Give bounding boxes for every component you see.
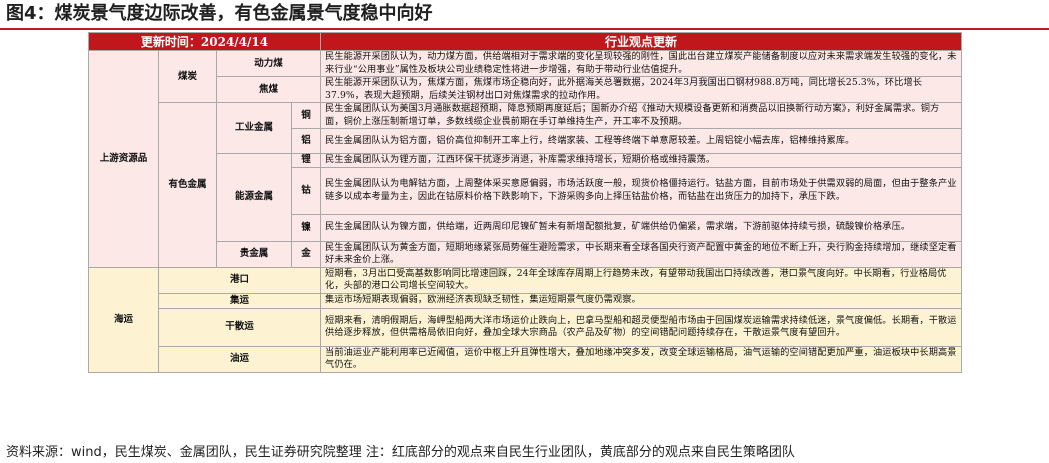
coking-coal-view: 民生能源开采团队认为，焦煤方面，焦煤市场企稳向好，此外据海关总署数据，2024年…: [320, 76, 963, 103]
precious-metals-label: 贵金属: [216, 240, 292, 268]
thermal-coal-view: 民生能源开采团队认为，动力煤方面，供给端相对于需求端的变化呈现较强的刚性，国此出…: [320, 50, 963, 77]
dry-bulk-view: 短期来看，清明假期后，海岬型船两大洋市场运价止跌向上，巴拿马型船和超灵便型船市场…: [320, 307, 963, 347]
tanker-label: 油运: [157, 345, 322, 373]
view-header: 行业观点更新: [320, 32, 963, 51]
gold-view: 民生金属团队认为黄金方面，短期地缘紧张局势催生避险需求，中长期来看全球各国央行资…: [320, 240, 963, 268]
copper-label: 铜: [290, 102, 322, 129]
container-view: 集运市场短期表现偏弱，欧洲经济表现缺乏韧性，集运短期景气度仍需观察。: [320, 292, 963, 309]
aluminum-view: 民生金属团队认为铝方面，铝价高位抑制开工率上行，终端家装、工程等终端下单意愿较差…: [320, 128, 963, 154]
nonferrous-category: 有色金属: [158, 102, 217, 268]
title-underline: [0, 28, 1049, 30]
aluminum-label: 铝: [290, 128, 322, 154]
cobalt-view: 民生金属团队认为电解钴方面，上周整体采买意愿偏弱，市场活跃度一般，现货价格僵持运…: [320, 166, 963, 215]
upstream-category: 上游资源品: [88, 50, 159, 268]
tanker-view: 当前油运业产能利用率已近阈值，运价中枢上升且弹性增大，叠加地缘冲突多发，改变全球…: [320, 345, 963, 373]
energy-metals-label: 能源金属: [216, 153, 292, 242]
figure-title: 图4：煤炭景气度边际改善，有色金属景气度稳中向好: [6, 3, 433, 24]
port-label: 港口: [157, 266, 322, 294]
lithium-label: 锂: [290, 153, 322, 168]
thermal-coal-label: 动力煤: [215, 50, 322, 77]
industry-view-table: 更新时间：2024/4/14 行业观点更新 上游资源品 煤炭 动力煤 民生能源开…: [87, 32, 963, 373]
lithium-view: 民生金属团队认为锂方面，江西环保干扰逐步消退，补库需求维持增长，短期价格或维持震…: [320, 153, 963, 168]
coal-category: 煤炭: [158, 50, 217, 103]
source-note: 资料来源：wind，民生煤炭、金属团队，民生证券研究院整理 注：红底部分的观点来…: [6, 445, 795, 460]
container-label: 集运: [157, 292, 322, 309]
dry-bulk-label: 干散运: [157, 307, 322, 347]
gold-label: 金: [290, 240, 322, 268]
nickel-label: 镍: [290, 213, 322, 242]
industrial-metals-label: 工业金属: [216, 102, 292, 154]
nickel-view: 民生金属团队认为镍方面，供给端，近两周印尼镍矿暂未有新增配额批复，矿端供给仍偏紧…: [320, 213, 963, 242]
update-time-header: 更新时间：2024/4/14: [87, 32, 322, 51]
port-view: 短期看，3月出口受高基数影响同比增速回踩，24年全球库存周期上行趋势未改，有望带…: [320, 266, 963, 294]
shipping-category: 海运: [88, 266, 159, 373]
copper-view: 民生金属团队认为美国3月通胀数据超预期，降息预期再度延后；国新办介绍《推动大规模…: [320, 102, 963, 129]
coking-coal-label: 焦煤: [215, 76, 322, 103]
cobalt-label: 钴: [290, 166, 322, 215]
